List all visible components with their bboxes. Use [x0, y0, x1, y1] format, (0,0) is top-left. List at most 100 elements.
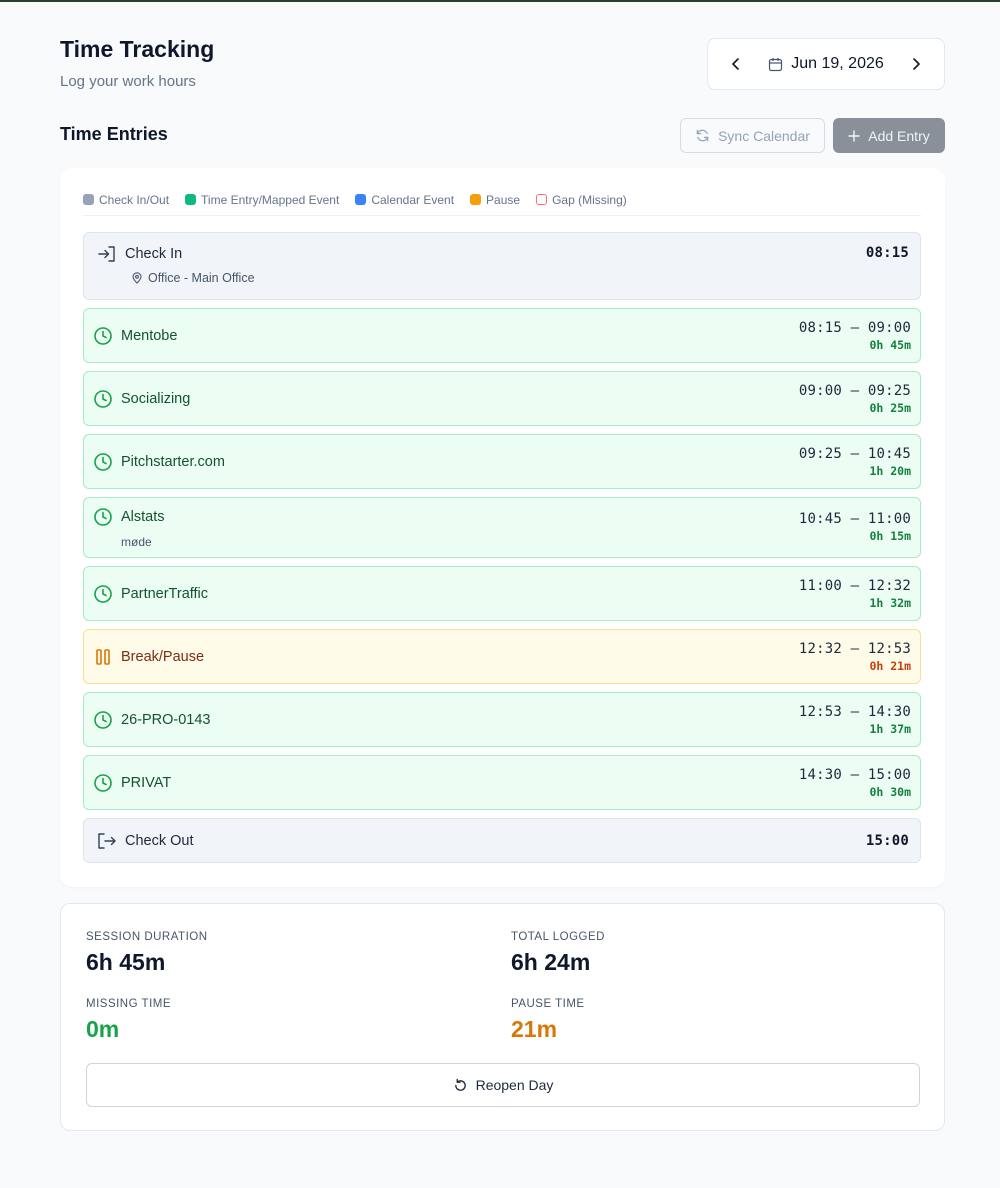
legend-swatch	[185, 194, 197, 205]
location-text: Office - Main Office	[148, 271, 255, 285]
legend-label: Check In/Out	[99, 192, 170, 207]
entry-time-range: 09:00 – 09:25	[798, 382, 911, 399]
current-date: Jun 19, 2026	[791, 55, 884, 72]
entry-name: PRIVAT	[121, 774, 172, 791]
date-navigator: Jun 19, 2026	[707, 38, 945, 90]
stat-label: MISSING TIME	[86, 998, 172, 1010]
entry-name: Pitchstarter.com	[121, 453, 225, 470]
entry-name: PartnerTraffic	[121, 585, 209, 602]
time-entry-row[interactable]: Alstats møde 10:45 – 11:00 0h 15m	[83, 497, 921, 558]
logout-icon	[98, 832, 116, 849]
entry-duration: 0h 30m	[869, 784, 911, 799]
entry-time-range: 14:30 – 15:00	[798, 766, 911, 783]
check-out-row[interactable]: Check Out 15:00	[83, 818, 921, 863]
entry-time-range: 09:25 – 10:45	[798, 445, 911, 462]
total-logged-stat: TOTAL LOGGED 6h 24m	[511, 931, 605, 976]
legend: Check In/Out Time Entry/Mapped Event Cal…	[83, 192, 921, 216]
check-in-label: Check In	[125, 246, 183, 262]
legend-swatch	[536, 194, 548, 205]
sync-calendar-label: Sync Calendar	[718, 127, 810, 144]
time-entries-card: Check In/Out Time Entry/Mapped Event Cal…	[60, 168, 945, 887]
check-in-location: Office - Main Office	[131, 271, 255, 285]
legend-item-time-entry: Time Entry/Mapped Event	[185, 193, 339, 207]
entry-time-range: 12:53 – 14:30	[798, 703, 911, 720]
stat-value: 6h 24m	[511, 949, 591, 975]
entry-name: Break/Pause	[121, 648, 205, 665]
clock-icon	[94, 389, 112, 408]
time-entry-row[interactable]: PartnerTraffic 11:00 – 12:32 1h 32m	[83, 566, 921, 621]
stat-value: 21m	[511, 1016, 558, 1042]
pause-time-stat: PAUSE TIME 21m	[511, 998, 585, 1043]
reopen-day-label: Reopen Day	[475, 1077, 554, 1093]
legend-swatch	[83, 194, 94, 205]
pause-entry-row[interactable]: Break/Pause 12:32 – 12:53 0h 21m	[83, 629, 921, 684]
reopen-day-button[interactable]: Reopen Day	[86, 1063, 920, 1107]
clock-icon	[94, 452, 112, 471]
legend-label: Gap (Missing)	[552, 192, 627, 207]
check-in-row[interactable]: Check In Office - Main Office 08:15	[83, 232, 921, 300]
page-title: Time Tracking	[60, 36, 215, 62]
calendar-icon	[769, 57, 783, 71]
page-subtitle: Log your work hours	[60, 73, 196, 90]
add-entry-button[interactable]: Add Entry	[833, 118, 945, 153]
entry-duration: 0h 25m	[869, 400, 911, 415]
clock-icon	[94, 326, 112, 345]
entry-duration: 1h 32m	[869, 595, 911, 610]
section-title: Time Entries	[60, 124, 168, 144]
legend-swatch	[355, 194, 367, 205]
missing-time-stat: MISSING TIME 0m	[86, 998, 171, 1043]
entry-duration: 0h 21m	[869, 658, 911, 673]
entry-name: Socializing	[121, 390, 191, 407]
legend-item-pause: Pause	[470, 193, 520, 207]
chevron-right-icon	[913, 58, 920, 70]
entry-time-range: 10:45 – 11:00	[798, 511, 911, 527]
time-entry-row[interactable]: Socializing 09:00 – 09:25 0h 25m	[83, 371, 921, 426]
refresh-icon	[696, 129, 709, 142]
check-in-time: 08:15	[865, 245, 909, 261]
clock-icon	[94, 584, 112, 603]
legend-item-gap: Gap (Missing)	[536, 193, 627, 207]
sync-calendar-button[interactable]: Sync Calendar	[680, 118, 825, 153]
time-entry-row[interactable]: Pitchstarter.com 09:25 – 10:45 1h 20m	[83, 434, 921, 489]
pause-icon	[96, 648, 110, 665]
entry-duration: 1h 37m	[869, 721, 911, 736]
clock-icon	[94, 710, 112, 729]
entry-duration: 1h 20m	[869, 463, 911, 478]
entry-time-range: 11:00 – 12:32	[798, 577, 911, 594]
summary-card: SESSION DURATION 6h 45m TOTAL LOGGED 6h …	[60, 903, 945, 1131]
next-day-button[interactable]	[906, 54, 926, 74]
entry-duration: 0h 45m	[869, 337, 911, 352]
stat-value: 6h 45m	[86, 949, 166, 975]
clock-icon	[94, 508, 112, 526]
stat-label: PAUSE TIME	[511, 998, 585, 1010]
map-pin-icon	[132, 272, 142, 284]
stat-value: 0m	[86, 1016, 120, 1042]
entry-note: møde	[121, 535, 152, 549]
legend-label: Pause	[486, 192, 521, 207]
entry-time-range: 12:32 – 12:53	[798, 640, 911, 657]
login-icon	[98, 246, 115, 262]
check-out-label: Check Out	[125, 832, 194, 849]
chevron-left-icon	[732, 58, 739, 70]
top-border	[0, 0, 1000, 2]
date-picker[interactable]: Jun 19, 2026	[768, 55, 884, 73]
time-entry-row[interactable]: PRIVAT 14:30 – 15:00 0h 30m	[83, 755, 921, 810]
legend-item-check-in-out: Check In/Out	[83, 193, 169, 207]
rotate-ccw-icon	[454, 1078, 466, 1091]
add-entry-label: Add Entry	[868, 127, 930, 144]
session-duration-stat: SESSION DURATION 6h 45m	[86, 931, 208, 976]
legend-item-calendar-event: Calendar Event	[355, 193, 454, 207]
time-entry-row[interactable]: Mentobe 08:15 – 09:00 0h 45m	[83, 308, 921, 363]
time-entry-row[interactable]: 26-PRO-0143 12:53 – 14:30 1h 37m	[83, 692, 921, 747]
legend-label: Time Entry/Mapped Event	[201, 192, 340, 207]
clock-icon	[94, 773, 112, 792]
legend-swatch	[470, 194, 482, 205]
entry-name: 26-PRO-0143	[121, 711, 211, 728]
entry-name: Mentobe	[121, 327, 178, 344]
previous-day-button[interactable]	[726, 54, 746, 74]
check-out-time: 15:00	[865, 832, 909, 849]
plus-icon	[848, 129, 860, 142]
legend-label: Calendar Event	[371, 192, 455, 207]
entry-time-range: 08:15 – 09:00	[798, 319, 911, 336]
entry-duration: 0h 15m	[869, 529, 911, 543]
